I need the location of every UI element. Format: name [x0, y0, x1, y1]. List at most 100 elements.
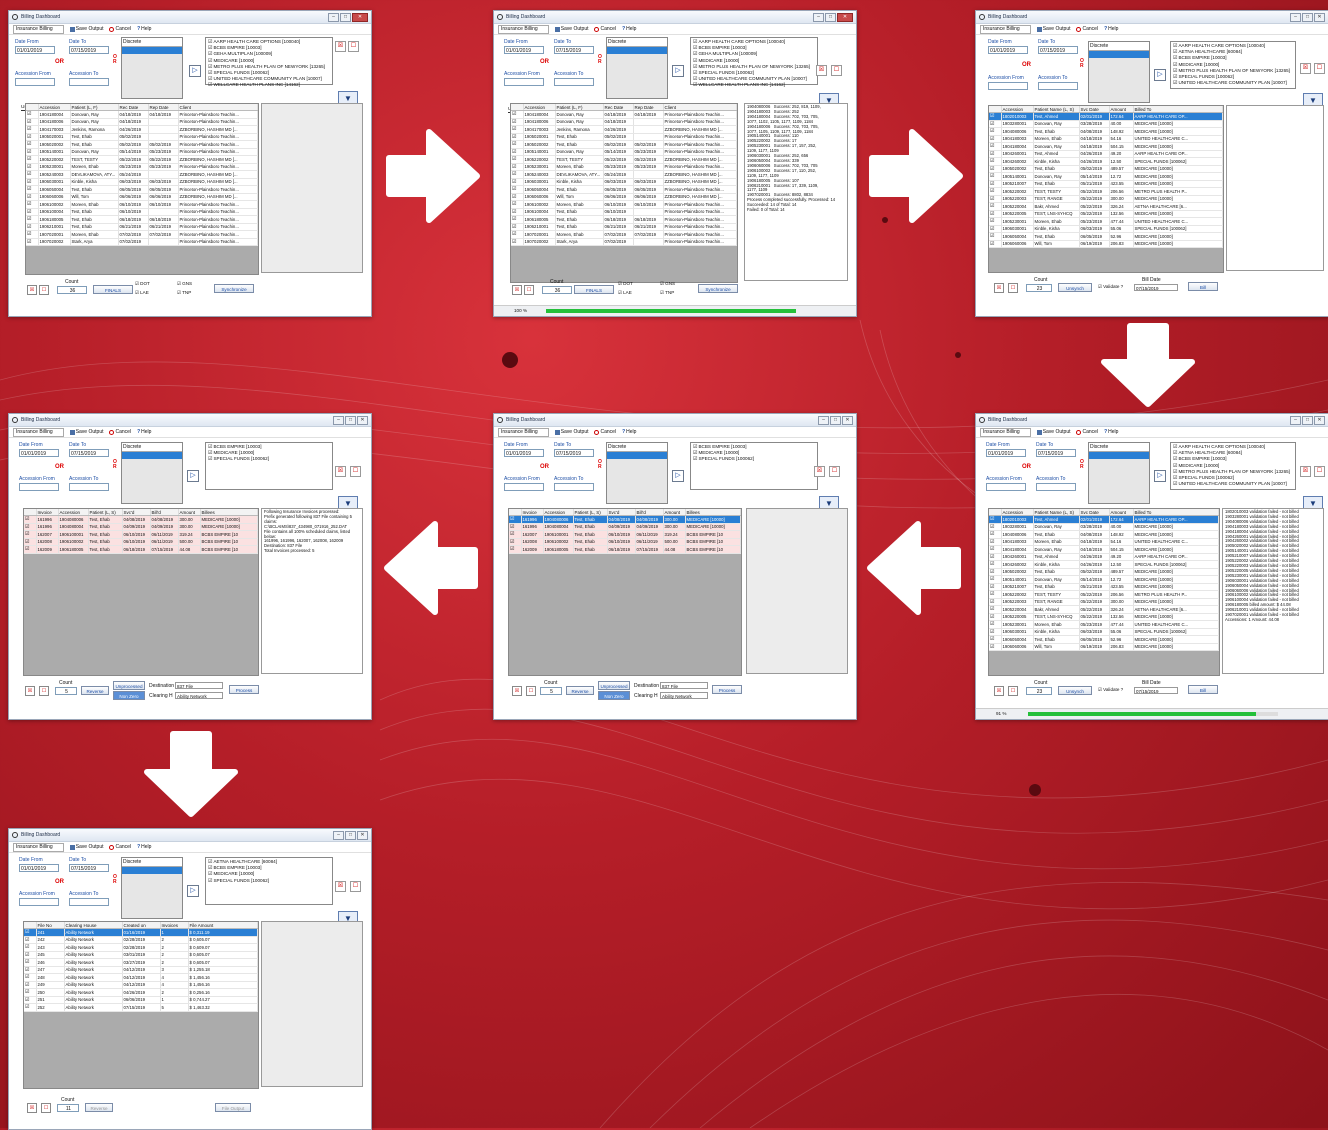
table-row[interactable]: 248Ability Network04/12/20194$ 1,456.16 [24, 973, 258, 982]
maximize-button[interactable]: □ [340, 12, 351, 22]
save-output-button[interactable]: Save Output [1036, 429, 1070, 435]
date-from-input[interactable]: 01/01/2019 [19, 449, 59, 457]
row-checkbox[interactable] [511, 178, 524, 186]
date-to-input[interactable]: 07/15/2019 [1038, 46, 1078, 54]
table-row[interactable]: 1907020002Stark, Arya07/02/2019 Princeton… [26, 238, 258, 246]
table-row[interactable]: 1906210001Test, Ehab06/21/201906/21/2019… [511, 223, 737, 231]
row-checkbox[interactable] [511, 110, 524, 119]
row-checkbox[interactable] [989, 150, 1002, 158]
row-checkbox[interactable] [989, 240, 1002, 248]
table-row[interactable]: 1905230001Moreen, Ehab05/23/2019477.44UN… [989, 620, 1219, 629]
row-checkbox[interactable] [26, 140, 39, 149]
table-row[interactable]: 1905220005TEST, LNS-SYHCQ05/22/2019132.5… [989, 613, 1219, 621]
accession-grid[interactable]: Accession Patient (L, F) Rec Date Rep Date C… [510, 103, 738, 283]
destination-select[interactable]: 837 File [175, 682, 223, 689]
play-icon[interactable]: ▷ [672, 65, 684, 77]
check-all-rows-button[interactable]: ☒ [25, 686, 35, 696]
uncheck-all-rows-button[interactable]: ☐ [41, 1103, 51, 1113]
reverse-button[interactable]: Reverse [81, 686, 109, 695]
table-row[interactable]: 1905020002Test, Ehab05/02/2019489.57MEDI… [989, 165, 1223, 173]
play-icon[interactable]: ▷ [187, 885, 199, 897]
row-checkbox[interactable] [989, 172, 1002, 181]
file-output-button[interactable]: File Output [215, 1103, 251, 1112]
discrete-list[interactable]: Discrete [606, 37, 668, 99]
validate-checkbox[interactable]: Validate ? [1098, 284, 1123, 290]
close-button[interactable]: ✕ [1314, 415, 1325, 425]
discrete-selected[interactable] [122, 47, 182, 54]
date-to-input[interactable]: 07/15/2019 [69, 864, 109, 872]
row-checkbox[interactable] [989, 553, 1002, 561]
help-button[interactable]: ? Help [137, 26, 151, 32]
cancel-button[interactable]: Cancel [594, 26, 616, 32]
table-row[interactable]: 1905220004Bakr, Ahmed05/22/2019326.24AET… [989, 605, 1219, 614]
accession-to-input[interactable] [554, 483, 594, 491]
table-row[interactable]: 1905140001Donovan, Ray05/14/201912.72MED… [989, 575, 1219, 584]
row-checkbox[interactable] [989, 180, 1002, 188]
menu-dropdown[interactable]: Insurance Billing [498, 24, 549, 34]
row-checkbox[interactable] [989, 135, 1002, 143]
row-checkbox[interactable] [989, 187, 1002, 196]
table-row[interactable]: 1905140001Donovan, Ray05/14/201912.72MED… [989, 172, 1223, 181]
discrete-list[interactable]: Discrete [121, 857, 183, 919]
table-row[interactable]: 1905240003DEVLIKAMOVA, ATY...05/24/2019 Z… [26, 170, 258, 179]
menu-dropdown[interactable]: Insurance Billing [980, 427, 1031, 437]
table-row[interactable]: 252Ability Network07/15/20195$ 1,463.32 [24, 1003, 258, 1012]
tnp-checkbox[interactable]: TNP [660, 290, 674, 296]
row-checkbox[interactable] [509, 545, 522, 554]
row-checkbox[interactable] [24, 515, 37, 524]
bill-button[interactable]: Bill [1188, 282, 1218, 291]
row-checkbox[interactable] [511, 148, 524, 156]
finals-button[interactable]: FINALS [574, 285, 614, 294]
table-row[interactable]: 1906060006Will, Tom06/06/201906/06/2019Z… [26, 193, 258, 201]
row-checkbox[interactable] [989, 605, 1002, 614]
table-row[interactable]: 1905020001Test, Ehab05/02/2019 Princeton-… [26, 133, 258, 141]
help-button[interactable]: ? Help [1104, 429, 1118, 435]
discrete-list[interactable]: Discrete [1088, 41, 1150, 103]
destination-select[interactable]: 837 File [660, 682, 708, 689]
table-row[interactable]: 1906210001Test, Ehab06/21/201906/21/2019… [26, 223, 258, 231]
row-checkbox[interactable] [26, 133, 39, 141]
row-checkbox[interactable] [26, 163, 39, 171]
table-row[interactable]: 1619961904080004Test, Ehab04/09/201904/0… [24, 523, 258, 531]
check-all-icon[interactable]: ☒ [1300, 63, 1311, 74]
row-checkbox[interactable] [24, 988, 37, 997]
check-all-rows-button[interactable]: ☒ [27, 1103, 37, 1113]
uncheck-all-icon[interactable]: ☐ [831, 65, 842, 76]
row-checkbox[interactable] [989, 590, 1002, 599]
table-row[interactable]: 245Ability Network03/01/20192$ 0,605.07 [24, 951, 258, 959]
accession-to-input[interactable] [554, 78, 594, 86]
close-button[interactable]: ✕ [352, 12, 368, 22]
table-row[interactable]: 1906050004Test, Ehab06/05/201906/05/2019… [26, 185, 258, 194]
row-checkbox[interactable] [989, 225, 1002, 233]
check-all-icon[interactable]: ☒ [1300, 466, 1311, 477]
table-row[interactable]: 1904180004Donovan, Ray04/18/201904/18/20… [26, 110, 258, 119]
row-checkbox[interactable] [26, 208, 39, 216]
accession-from-input[interactable] [19, 898, 59, 906]
uncheck-all-rows-button[interactable]: ☐ [39, 285, 49, 295]
table-row[interactable]: 1904260001Test, Ahmed04/26/201949.20AARP… [989, 553, 1219, 561]
row-checkbox[interactable] [989, 620, 1002, 629]
row-checkbox[interactable] [511, 133, 524, 141]
close-button[interactable]: ✕ [1314, 12, 1325, 22]
insurance-list[interactable]: BCBS EMPIRE [10003]MEDICARE [10000]SPECI… [205, 442, 333, 490]
discrete-list[interactable]: Discrete [1088, 442, 1150, 504]
discrete-list[interactable]: Discrete [121, 442, 183, 504]
discrete-selected[interactable] [122, 867, 182, 874]
row-checkbox[interactable] [26, 170, 39, 179]
cancel-button[interactable]: Cancel [109, 844, 131, 850]
uncheck-all-rows-button[interactable]: ☐ [524, 285, 534, 295]
table-row[interactable]: 251Ability Network06/06/20191$ 0,744.27 [24, 996, 258, 1004]
row-checkbox[interactable] [24, 966, 37, 974]
row-checkbox[interactable] [26, 118, 39, 126]
discrete-selected[interactable] [122, 452, 182, 459]
row-checkbox[interactable] [24, 545, 37, 554]
maximize-button[interactable]: □ [830, 415, 841, 425]
maximize-button[interactable]: □ [345, 415, 356, 425]
accession-from-input[interactable] [504, 483, 544, 491]
row-checkbox[interactable] [26, 148, 39, 156]
row-checkbox[interactable] [24, 958, 37, 967]
check-all-icon[interactable]: ☒ [335, 466, 346, 477]
billed-grid[interactable]: Invoice Accession Patient (L, S) Svc'd Bill'… [23, 508, 259, 676]
table-row[interactable]: 1906100002Moreen, Ehab06/10/201906/10/20… [511, 200, 737, 209]
minimize-button[interactable]: – [1290, 12, 1301, 22]
